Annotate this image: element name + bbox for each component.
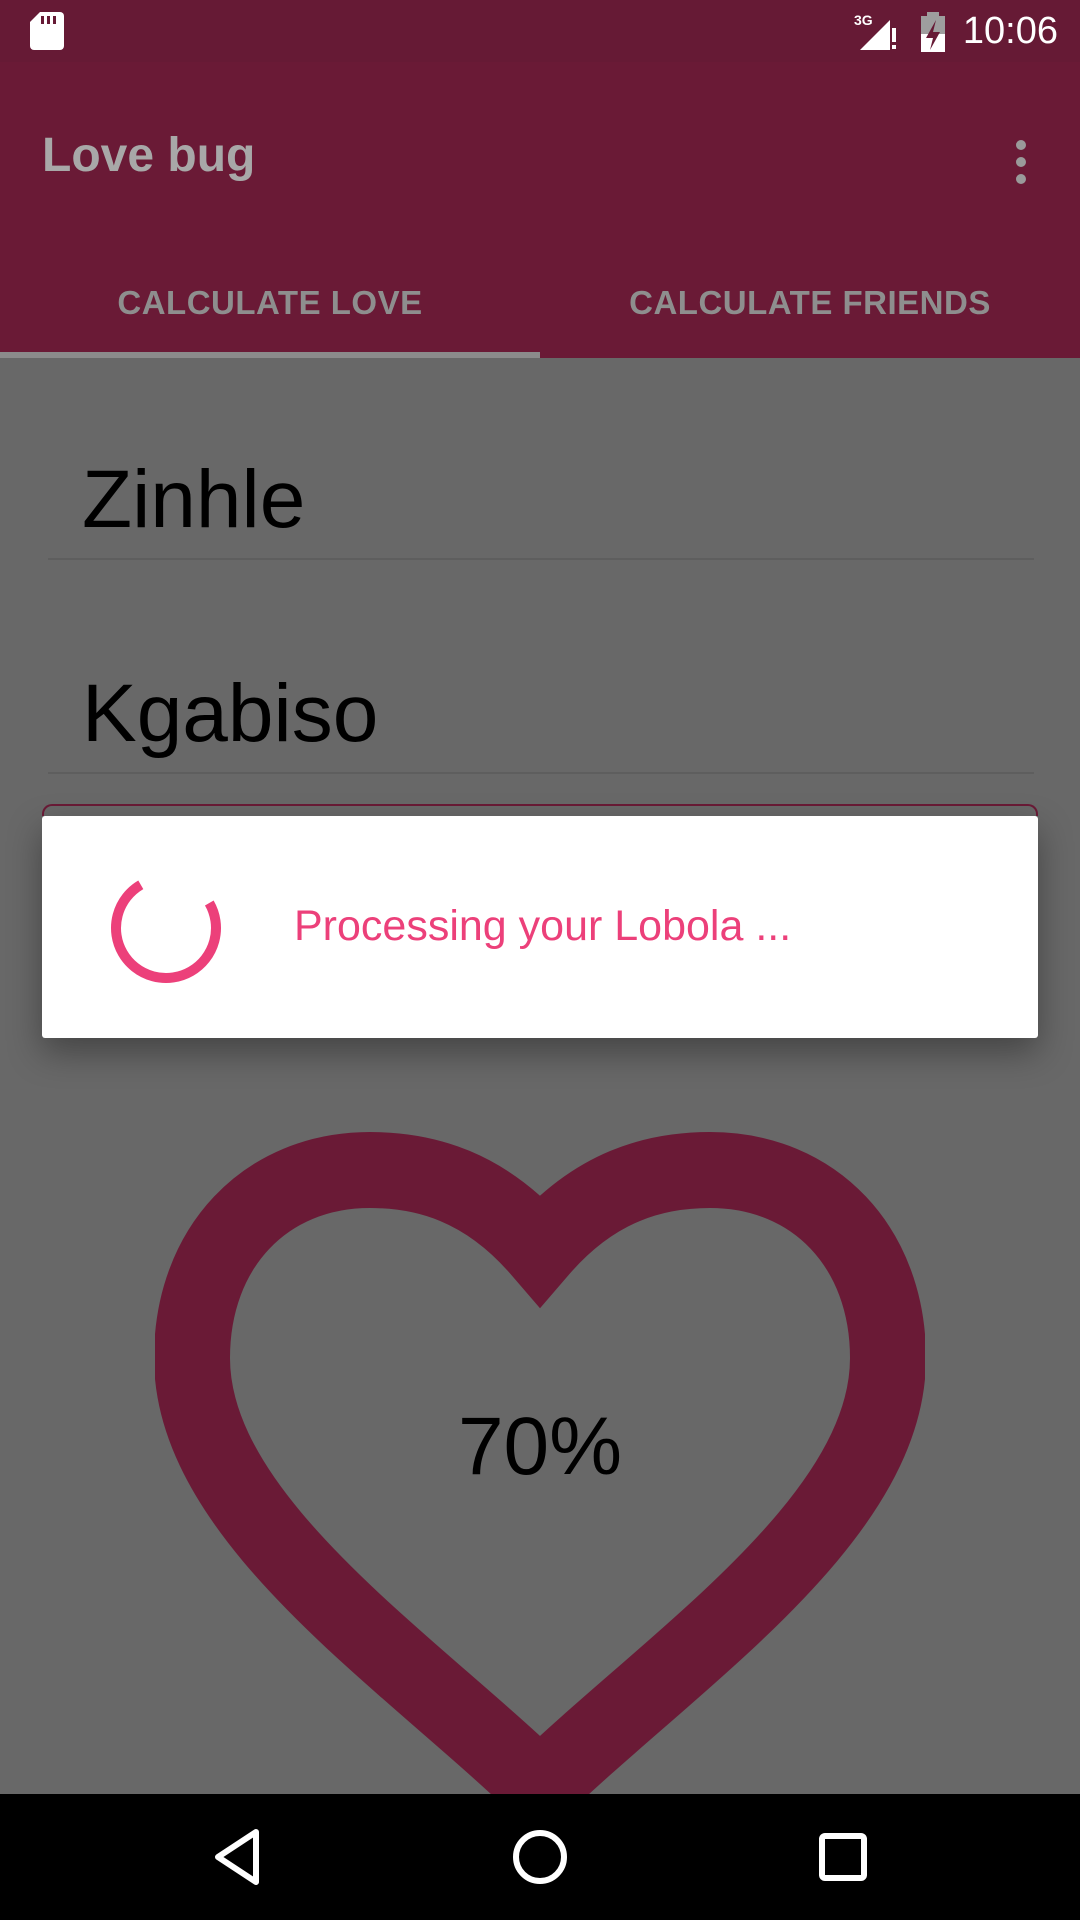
app-bar: Love bug CALCULATE LOVE CALCULATE FRIEND… bbox=[0, 62, 1080, 358]
second-name-field[interactable]: Kgabiso bbox=[48, 654, 1034, 774]
status-clock: 10:06 bbox=[962, 10, 1058, 52]
progress-spinner-icon bbox=[111, 873, 221, 983]
network-type-label: 3G bbox=[854, 12, 873, 28]
overflow-menu-icon[interactable] bbox=[1000, 132, 1044, 192]
back-icon[interactable] bbox=[204, 1824, 270, 1890]
app-title: Love bug bbox=[42, 129, 256, 182]
dialog-edge bbox=[42, 804, 1038, 816]
first-name-field[interactable]: Zinhle bbox=[48, 440, 1034, 560]
recents-icon[interactable] bbox=[810, 1824, 876, 1890]
progress-dialog: Processing your Lobola ... bbox=[42, 816, 1038, 1038]
dialog-message: Processing your Lobola ... bbox=[294, 902, 792, 950]
tab-calculate-friends[interactable]: CALCULATE FRIENDS bbox=[540, 248, 1080, 358]
battery-icon bbox=[921, 12, 945, 52]
status-bar: 3G 10:06 bbox=[0, 0, 1080, 62]
home-icon[interactable] bbox=[507, 1824, 573, 1890]
tab-calculate-love[interactable]: CALCULATE LOVE bbox=[0, 248, 540, 358]
love-percentage: 70% bbox=[457, 1401, 623, 1492]
navigation-bar bbox=[0, 1794, 1080, 1920]
signal-icon: 3G bbox=[854, 12, 896, 50]
sd-card-icon bbox=[30, 12, 64, 50]
